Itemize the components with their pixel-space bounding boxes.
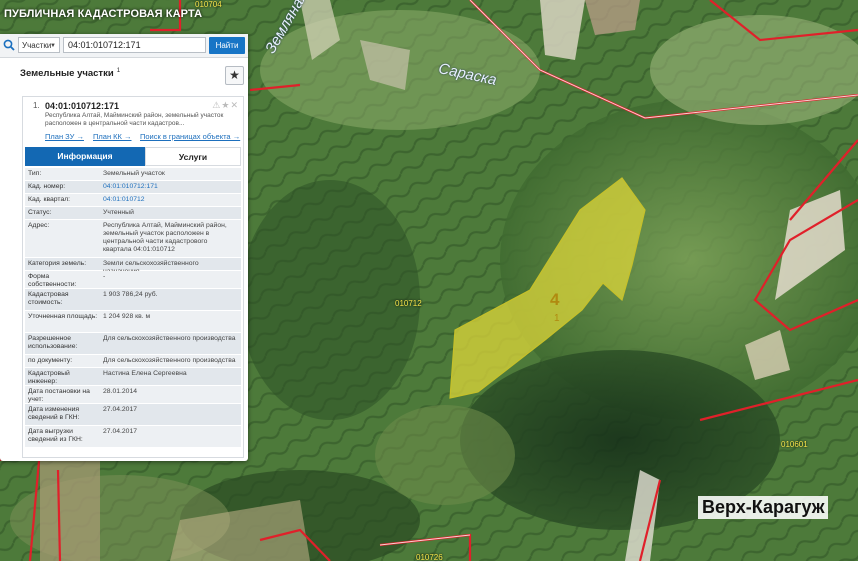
property-value: 27.04.2017	[103, 406, 138, 413]
property-label: Статус:	[28, 209, 52, 216]
property-row: Кадастровая стоимость: 1 903 786,24 руб.	[25, 289, 241, 311]
app-title: ПУБЛИЧНАЯ КАДАСТРОВАЯ КАРТА	[4, 8, 203, 20]
chevron-down-icon: ▼	[50, 43, 56, 49]
tab-services[interactable]: Услуги	[145, 147, 241, 166]
property-label: Кад. номер:	[28, 183, 66, 190]
property-row: Адрес: Республика Алтай, Майминский район…	[25, 220, 241, 258]
property-label: Дата постановки на учет:	[28, 388, 90, 403]
card-tools: ⚠★✕	[212, 100, 239, 111]
find-button[interactable]: Найти	[209, 37, 245, 54]
property-value: Для сельскохозяйственного производства	[103, 335, 236, 342]
search-bounds-link[interactable]: Поиск в границах объекта →	[140, 132, 240, 141]
property-label: Кадастровый инженер:	[28, 370, 70, 385]
card-tabs: Информация Услуги	[25, 147, 241, 166]
close-icon[interactable]: ✕	[230, 100, 239, 110]
result-card: 1. 04:01:010712:171 ⚠★✕ Республика Алтай…	[22, 96, 244, 458]
property-row: Кад. номер: 04:01:010712:171	[25, 181, 241, 194]
plan-zu-link[interactable]: План ЗУ →	[45, 132, 84, 141]
property-row: по документу: Для сельскохозяйственного п…	[25, 355, 241, 368]
result-index: 1.	[33, 101, 40, 110]
object-type-value: Участки	[22, 41, 52, 50]
property-label: Уточненная площадь:	[28, 313, 98, 320]
property-value: Республика Алтай, Майминский район, земе…	[103, 222, 227, 253]
property-row: Категория земель: Земли сельскохозяйствен…	[25, 258, 241, 275]
section-count: 1	[116, 68, 121, 74]
property-table: Тип: Земельный участок Кад. номер: 04:01:01…	[25, 168, 241, 448]
property-value: Земельный участок	[103, 170, 165, 177]
property-value[interactable]: 04:01:010712:171	[103, 183, 237, 191]
map-label-quarter-right: 010601	[781, 440, 808, 449]
map-label-town: Верх-Карагуж	[698, 496, 829, 519]
property-row: Тип: Земельный участок	[25, 168, 241, 181]
tab-information[interactable]: Информация	[25, 147, 145, 166]
property-label: Категория земель:	[28, 260, 87, 267]
property-label: Разрешенное использование:	[28, 335, 78, 350]
property-label: по документу:	[28, 357, 73, 364]
property-row: Кад. квартал: 04:01:010712	[25, 194, 241, 207]
property-label: Дата выгрузки сведений из ГКН:	[28, 428, 83, 443]
search-icon[interactable]	[3, 39, 15, 51]
map-label-parcel-number: 4	[550, 290, 560, 309]
section-title-text: Земельные участки	[20, 68, 114, 80]
object-type-select[interactable]: Участки ▼	[18, 37, 60, 53]
search-input[interactable]	[63, 37, 206, 53]
property-label: Адрес:	[28, 222, 50, 229]
favorite-star-button[interactable]: ★	[225, 66, 244, 85]
property-value: 27.04.2017	[103, 428, 138, 435]
property-label: Кад. квартал:	[28, 196, 71, 203]
info-panel: Участки ▼ Найти Земельные участки1 ★ 1. …	[0, 34, 248, 461]
warning-icon[interactable]: ⚠	[212, 100, 221, 110]
property-label: Кадастровая стоимость:	[28, 291, 69, 306]
property-row: Дата выгрузки сведений из ГКН: 27.04.2017	[25, 426, 241, 448]
property-label: Форма собственности:	[28, 273, 77, 288]
search-bar: Участки ▼ Найти	[0, 34, 248, 58]
property-value: Для сельскохозяйственного производства	[103, 357, 236, 364]
property-row: Дата изменения сведений в ГКН: 27.04.2017	[25, 404, 241, 426]
property-value[interactable]: 04:01:010712	[103, 196, 237, 204]
property-row: Статус: Учтенный	[25, 207, 241, 220]
result-cadastral-number[interactable]: 04:01:010712:171	[45, 101, 119, 111]
property-label: Тип:	[28, 170, 42, 177]
property-value: 28.01.2014	[103, 388, 138, 395]
property-value: Настина Елена Сергеевна	[103, 370, 187, 377]
property-value: -	[103, 273, 106, 280]
property-label: Дата изменения сведений в ГКН:	[28, 406, 80, 421]
plan-kk-link[interactable]: План КК →	[93, 132, 132, 141]
property-row: Разрешенное использование: Для сельскохоз…	[25, 333, 241, 355]
property-row: Уточненная площадь: 1 204 928 кв. м	[25, 311, 241, 333]
property-row: Форма собственности: -	[25, 271, 241, 289]
result-address: Республика Алтай, Майминский район, земе…	[45, 112, 224, 127]
property-row: Кадастровый инженер: Настина Елена Сергее…	[25, 368, 241, 386]
map-label-parcel-sub: 1	[554, 313, 560, 324]
property-value: Учтенный	[103, 209, 134, 216]
section-title: Земельные участки 1	[20, 68, 120, 79]
property-value: 1 204 928 кв. м	[103, 313, 151, 320]
map-label-quarter: 010712	[395, 299, 422, 308]
property-row: Дата постановки на учет: 28.01.2014	[25, 386, 241, 404]
star-icon: ★	[229, 68, 240, 82]
property-value: 1 903 786,24 руб.	[103, 291, 158, 298]
